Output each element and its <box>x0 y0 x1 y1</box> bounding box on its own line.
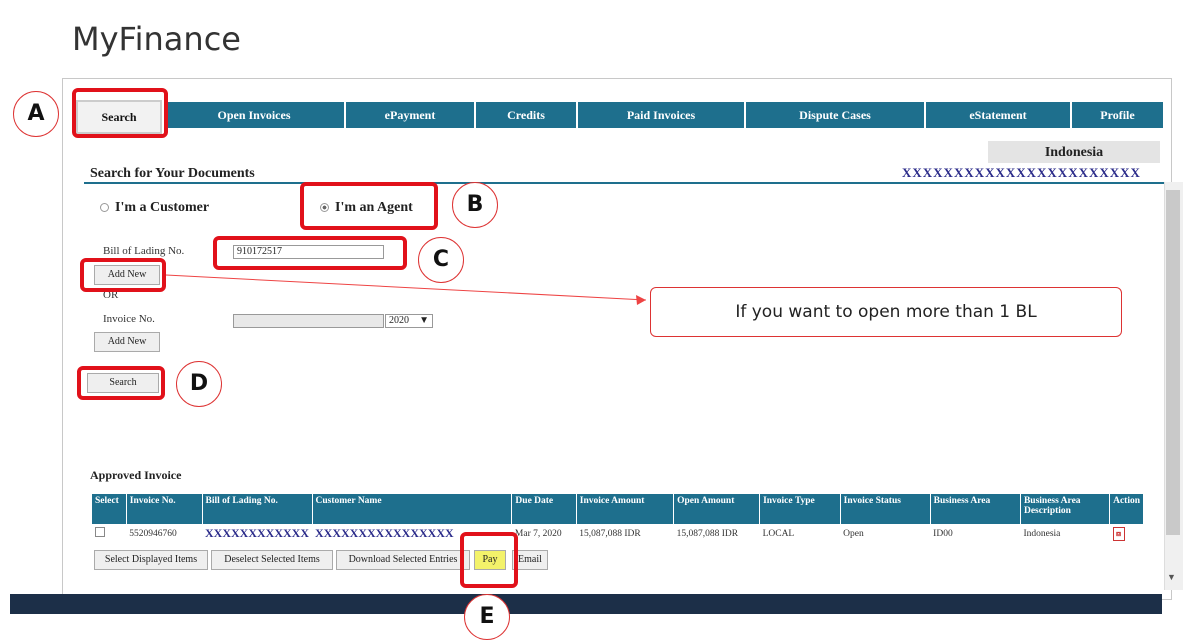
tooltip-note: If you want to open more than 1 BL <box>650 287 1122 337</box>
